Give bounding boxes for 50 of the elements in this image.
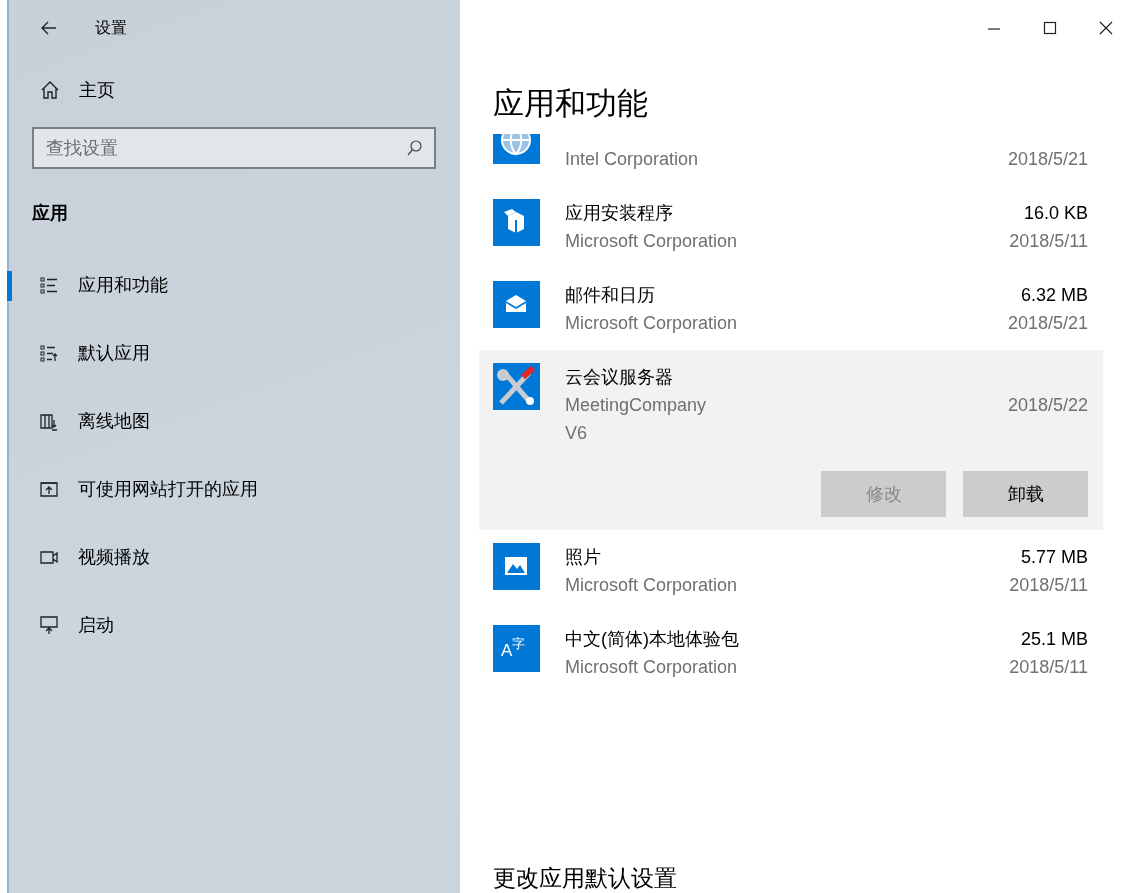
- app-publisher: Microsoft Corporation: [565, 656, 739, 679]
- picture-icon: [493, 543, 540, 590]
- app-name: 照片: [565, 546, 602, 569]
- app-name: 中文(简体)本地体验包: [565, 628, 740, 651]
- section-heading: 应用: [32, 202, 68, 225]
- app-name: 云会议服务器: [565, 366, 674, 389]
- app-publisher: Microsoft Corporation: [565, 574, 739, 597]
- maximize-icon[interactable]: [1043, 21, 1057, 35]
- app-publisher: Microsoft Corporation: [565, 312, 739, 335]
- uninstall-button[interactable]: 卸载: [963, 471, 1088, 517]
- nav-item[interactable]: 启动: [9, 591, 460, 659]
- section-heading: 更改应用默认设置: [493, 864, 677, 893]
- app-publisher: Intel Corporation: [565, 148, 700, 171]
- install-date: 2018/5/11: [1009, 656, 1088, 679]
- app-size: 5.77 MB: [1020, 546, 1088, 569]
- app-size: 6.32 MB: [1020, 284, 1088, 307]
- close-icon[interactable]: [1099, 21, 1113, 35]
- nav-item[interactable]: 应用和功能: [9, 251, 460, 319]
- nav-item[interactable]: 默认应用: [9, 319, 460, 387]
- app-size: 25.1 MB: [1020, 628, 1088, 651]
- search-field[interactable]: 查找设置: [32, 127, 436, 169]
- app-publisher: MeetingCompany: [565, 394, 708, 417]
- back-arrow-icon[interactable]: [41, 21, 57, 35]
- app-name: 邮件和日历: [565, 284, 656, 307]
- nav-item[interactable]: 视频播放: [9, 523, 460, 591]
- envelope-icon: [493, 281, 540, 328]
- language-icon: A$^{字}$: [493, 625, 540, 672]
- app-size: 16.0 KB: [1023, 202, 1088, 225]
- nav-item[interactable]: 可使用网站打开的应用: [9, 455, 460, 523]
- search-icon: [407, 140, 422, 156]
- install-date: 2018/5/22: [1007, 394, 1088, 417]
- app-version: V6: [565, 422, 589, 445]
- nav-item[interactable]: 离线地图: [9, 387, 460, 455]
- home-link[interactable]: 主页: [41, 78, 115, 102]
- app-name: 应用安装程序: [565, 202, 674, 225]
- page-title: 应用和功能: [493, 85, 648, 123]
- app-publisher: Microsoft Corporation: [565, 230, 739, 253]
- web-nav-icon: [40, 479, 58, 499]
- home-icon: [41, 81, 59, 99]
- window-title: 设置: [95, 17, 127, 38]
- install-date: 2018/5/11: [1009, 574, 1088, 597]
- defaults-nav-icon: [40, 343, 58, 363]
- startup-nav-icon: [40, 615, 58, 635]
- install-date: 2018/5/21: [1007, 312, 1088, 335]
- map-nav-icon: [40, 411, 58, 431]
- wrench-screwdriver-icon: [493, 363, 540, 410]
- install-date: 2018/5/21: [1007, 148, 1088, 171]
- list-nav-icon: [40, 275, 58, 295]
- box-icon: [493, 199, 540, 246]
- install-date: 2018/5/11: [1009, 230, 1088, 253]
